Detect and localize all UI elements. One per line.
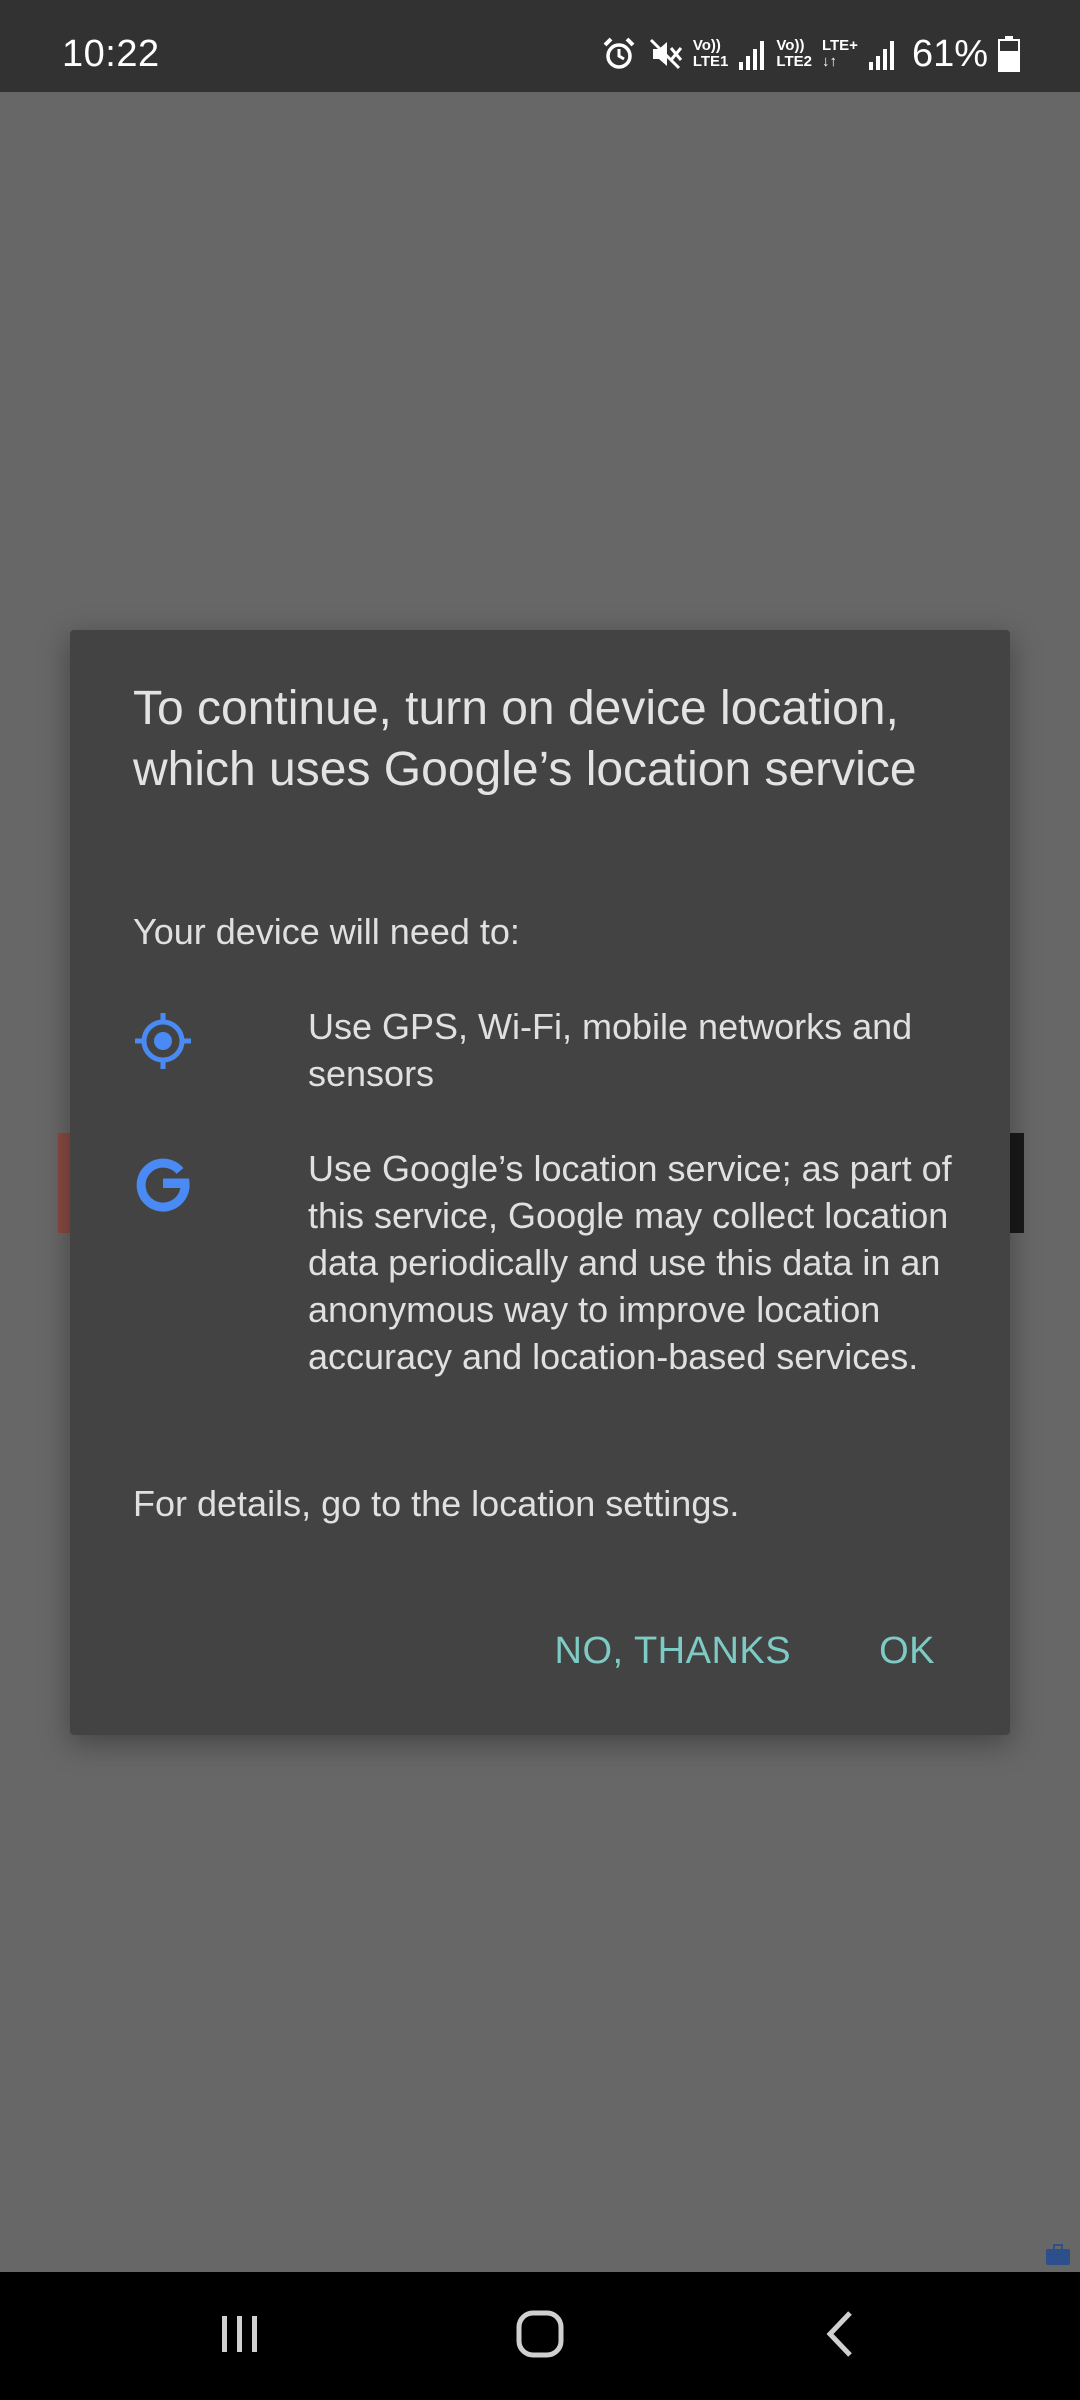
data-arrows-icon: ↓↑ bbox=[821, 53, 837, 70]
ok-button[interactable]: OK bbox=[879, 1630, 935, 1673]
location-permission-dialog: To continue, turn on device location, wh… bbox=[70, 630, 1010, 1735]
navigation-bar bbox=[0, 2272, 1080, 2400]
signal-icon bbox=[738, 38, 766, 70]
gps-target-icon bbox=[133, 1011, 193, 1071]
dialog-subtitle: Your device will need to: bbox=[133, 911, 520, 952]
dialog-actions: NO, THANKS OK bbox=[555, 1630, 935, 1673]
back-icon bbox=[820, 2309, 860, 2364]
signal-icon bbox=[868, 38, 896, 70]
battery-icon bbox=[998, 36, 1020, 72]
item-text: Use Google’s location service; as part o… bbox=[308, 1148, 952, 1377]
sim1-lte: LTE1 bbox=[692, 53, 729, 70]
item-text: Use GPS, Wi-Fi, mobile networks and sens… bbox=[308, 1006, 913, 1094]
briefcase-icon bbox=[1044, 2243, 1072, 2267]
sim2-label: Vo)) LTE2 bbox=[776, 38, 812, 70]
lte-plus-text: LTE+ bbox=[821, 37, 858, 54]
sim2-volte: Vo)) bbox=[776, 37, 805, 54]
battery-percent: 61% bbox=[911, 32, 988, 75]
status-time: 10:22 bbox=[62, 33, 160, 75]
alarm-icon bbox=[601, 36, 637, 72]
sim1-volte: Vo)) bbox=[692, 37, 721, 54]
no-thanks-button[interactable]: NO, THANKS bbox=[555, 1630, 792, 1673]
back-button[interactable] bbox=[790, 2272, 890, 2400]
status-bar: 10:22 Vo)) LTE1 Vo)) LTE2 LTE+ ↓↑ 61% bbox=[0, 0, 1080, 92]
sim2-lte: LTE2 bbox=[776, 53, 812, 70]
background-element bbox=[1010, 1133, 1024, 1233]
dialog-title: To continue, turn on device location, wh… bbox=[133, 682, 917, 796]
home-icon bbox=[515, 2309, 565, 2364]
lte-plus-label: LTE+ ↓↑ bbox=[822, 38, 858, 70]
sim1-label: Vo)) LTE1 bbox=[693, 38, 729, 70]
google-g-icon bbox=[133, 1153, 193, 1213]
recents-button[interactable] bbox=[190, 2272, 290, 2400]
home-button[interactable] bbox=[490, 2272, 590, 2400]
dialog-footer-text: For details, go to the location settings… bbox=[133, 1483, 740, 1524]
status-icons: Vo)) LTE1 Vo)) LTE2 LTE+ ↓↑ 61% bbox=[601, 0, 1020, 92]
recents-icon bbox=[218, 2312, 262, 2361]
mute-icon bbox=[647, 36, 683, 72]
